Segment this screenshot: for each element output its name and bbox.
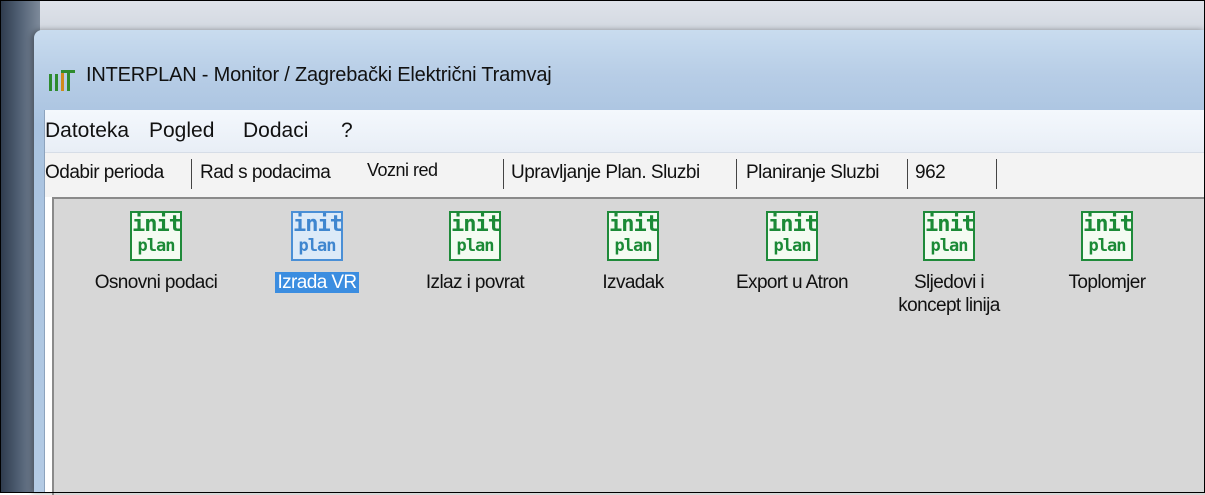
tab-odabir-perioda[interactable]: Odabir perioda	[45, 162, 164, 184]
menu-pogled[interactable]: Pogled	[149, 119, 214, 143]
tool-izrada-vr[interactable]: init plan Izrada VR	[242, 211, 392, 411]
tool-label: Sljedovi i koncept linija	[898, 272, 1000, 316]
initplan-icon: init plan	[1081, 211, 1133, 261]
initplan-icon: init plan	[291, 211, 343, 261]
tab-962[interactable]: 962	[915, 162, 946, 184]
tool-osnovni-podaci[interactable]: init plan Osnovni podaci	[81, 211, 231, 411]
tool-sljedovi-i-koncept-linija[interactable]: init plan Sljedovi i koncept linija	[874, 211, 1024, 411]
title-bar[interactable]: INTERPLAN - Monitor / Zagrebački Elektri…	[34, 30, 1205, 110]
tab-upravljanje-plan-sluzbi[interactable]: Upravljanje Plan. Sluzbi	[511, 162, 700, 184]
menu-datoteka[interactable]: Datoteka	[45, 119, 129, 143]
menu-bar: Datoteka Pogled Dodaci ?	[45, 110, 1205, 153]
tool-izlaz-i-povrat[interactable]: init plan Izlaz i povrat	[400, 211, 550, 411]
tool-export-u-atron[interactable]: init plan Export u Atron	[717, 211, 867, 411]
tool-label: Export u Atron	[735, 272, 849, 293]
tool-label: Izvadak	[602, 272, 664, 293]
tab-separator	[503, 159, 504, 189]
window-title: INTERPLAN - Monitor / Zagrebački Elektri…	[86, 64, 552, 86]
tool-label: Izlaz i povrat	[425, 272, 525, 293]
menu-dodaci[interactable]: Dodaci	[243, 119, 308, 143]
tab-rad-s-podacima[interactable]: Rad s podacima	[200, 162, 331, 184]
initplan-icon: init plan	[923, 211, 975, 261]
initplan-icon: init plan	[607, 211, 659, 261]
tool-toplomjer[interactable]: init plan Toplomjer	[1032, 211, 1182, 411]
client-area: Datoteka Pogled Dodaci ? Odabir perioda …	[44, 110, 1205, 495]
tool-label: Toplomjer	[1068, 272, 1147, 293]
tab-separator	[907, 159, 908, 189]
tool-izvadak[interactable]: init plan Izvadak	[558, 211, 708, 411]
tab-planiranje-sluzbi[interactable]: Planiranje Sluzbi	[746, 162, 880, 184]
tool-panel: init plan Osnovni podaci init plan Izrad…	[52, 197, 1205, 495]
app-window: INTERPLAN - Monitor / Zagrebački Elektri…	[34, 30, 1205, 495]
initplan-icon: init plan	[449, 211, 501, 261]
tool-label: Osnovni podaci	[94, 272, 218, 293]
tab-vozni-red[interactable]: Vozni red	[367, 160, 438, 181]
interplan-app-icon[interactable]	[48, 68, 78, 92]
tab-separator	[191, 159, 192, 189]
tool-label: Izrada VR	[275, 272, 359, 293]
initplan-icon: init plan	[130, 211, 182, 261]
tab-bar: Odabir perioda Rad s podacima Vozni red …	[45, 153, 1205, 197]
initplan-icon: init plan	[766, 211, 818, 261]
menu-help[interactable]: ?	[341, 119, 353, 143]
tab-separator	[736, 159, 737, 189]
tab-separator	[996, 159, 997, 189]
